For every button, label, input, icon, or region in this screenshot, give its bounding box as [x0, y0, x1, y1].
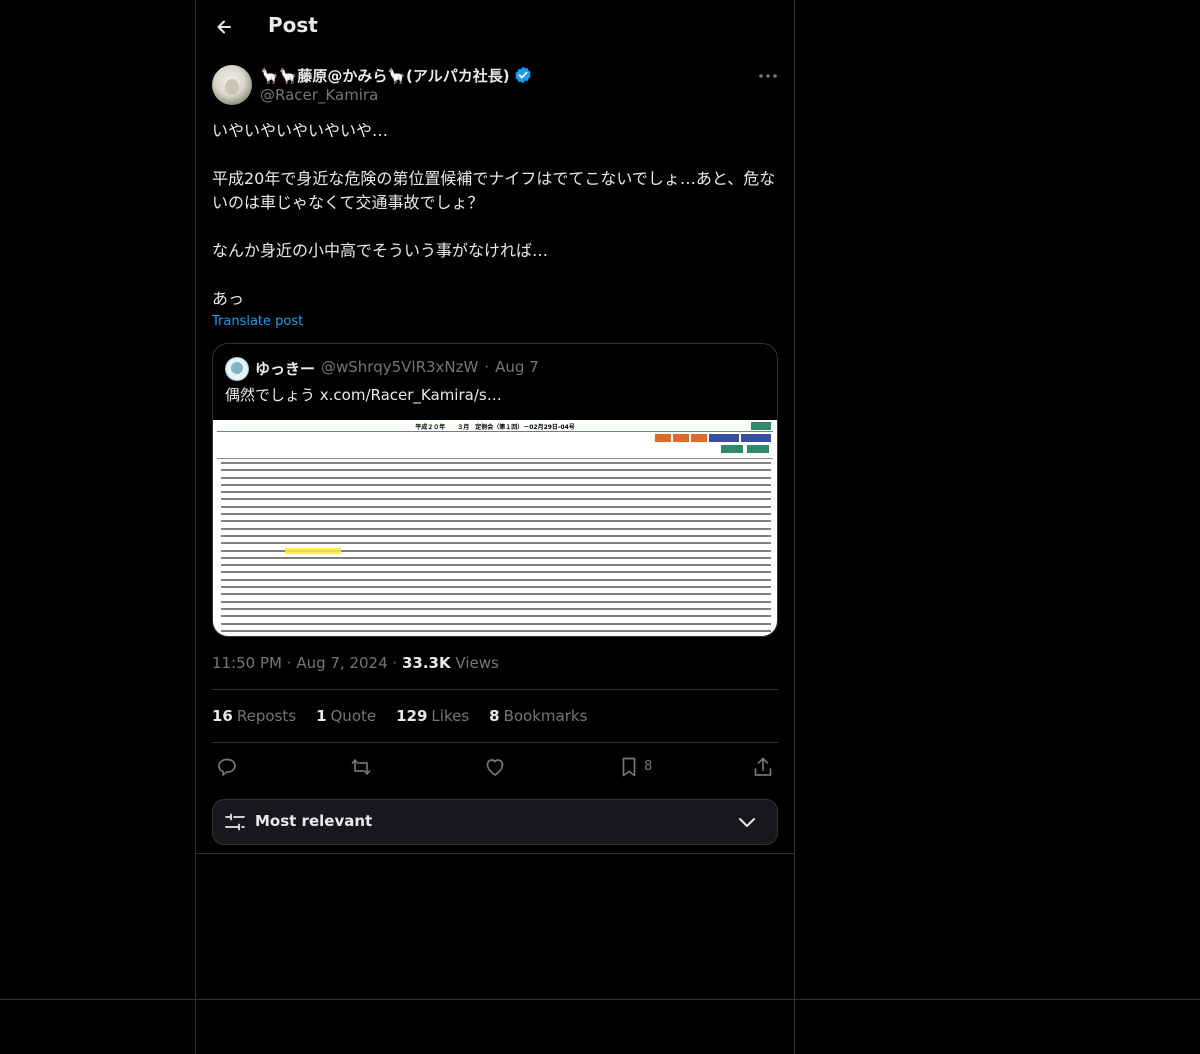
- quotes-label: Quote: [330, 707, 377, 725]
- document-hit-button: [721, 445, 743, 453]
- document-close-button: [751, 422, 771, 430]
- quoted-author-avatar: [225, 357, 249, 381]
- bookmark-button[interactable]: [617, 755, 641, 779]
- bookmarks-stat[interactable]: 8 Bookmarks: [489, 707, 587, 725]
- likes-label: Likes: [431, 707, 470, 725]
- views-label: Views: [455, 654, 499, 672]
- document-toolbar-button: [741, 434, 771, 442]
- bookmarks-count: 8: [489, 707, 500, 725]
- verified-badge-icon: [514, 66, 531, 84]
- bookmark-icon: [622, 757, 636, 777]
- page-title: Post: [268, 13, 318, 37]
- sort-label: Most relevant: [255, 812, 373, 830]
- back-button[interactable]: [210, 12, 240, 42]
- likes-stat[interactable]: 129 Likes: [396, 707, 469, 725]
- translate-post-link[interactable]: Translate post: [212, 314, 303, 329]
- document-toolbar-button: [691, 434, 707, 442]
- quoted-separator: ·: [484, 358, 490, 376]
- post-text: いやいやいやいやいや… 平成20年で身近な危険の第位置候補でナイフはでてこないで…: [212, 121, 776, 308]
- quoted-post-header: ゆっきー @wShrqy5VlR3xNzW · Aug 7: [255, 358, 539, 379]
- page-header: Post: [196, 0, 794, 54]
- repost-icon: [351, 759, 371, 775]
- chevron-down-icon: [739, 818, 755, 827]
- left-column-border: [195, 0, 196, 1054]
- document-highlight: [285, 548, 341, 554]
- repost-button[interactable]: [349, 755, 373, 779]
- views-count: 33.3K: [401, 654, 451, 672]
- bookmark-count: 8: [644, 759, 653, 774]
- stats-divider: [212, 742, 778, 743]
- heart-icon: [486, 759, 504, 776]
- quoted-author-handle: @wShrqy5VlR3xNzW: [321, 358, 479, 376]
- document-toolbar-button: [655, 434, 671, 442]
- sliders-icon: [225, 813, 245, 831]
- document-toolbar-button: [673, 434, 689, 442]
- share-icon: [754, 757, 772, 776]
- reply-sort-dropdown[interactable]: Most relevant: [212, 799, 778, 845]
- likes-count: 129: [396, 707, 428, 725]
- arrow-left-icon: [217, 20, 231, 34]
- meta-divider: [212, 689, 778, 690]
- share-button[interactable]: [751, 755, 775, 779]
- post-time[interactable]: 11:50 PM: [212, 654, 282, 672]
- reposts-label: Reposts: [236, 707, 297, 725]
- bookmarks-label: Bookmarks: [503, 707, 588, 725]
- quoted-author-name: ゆっきー: [255, 360, 316, 378]
- reply-button[interactable]: [215, 755, 239, 779]
- document-separator: [217, 458, 773, 459]
- quoted-post-text: 偶然でしょう x.com/Racer_Kamira/s…: [225, 386, 502, 404]
- right-column-border: [794, 0, 795, 1054]
- quoted-post-image[interactable]: 平成２０年 ３月 定例会（第１回）－02月29日-04号: [213, 420, 777, 636]
- reposts-stat[interactable]: 16 Reposts: [212, 707, 296, 725]
- author-avatar[interactable]: [212, 65, 252, 105]
- engagement-stats: 16 Reposts 1 Quote 129 Likes 8 Bookmarks: [212, 707, 607, 725]
- meta-separator: ·: [286, 654, 292, 672]
- post-bottom-divider: [196, 853, 794, 854]
- document-toolbar: [655, 434, 771, 442]
- document-hit-button: [747, 445, 769, 453]
- more-horizontal-icon: [759, 74, 777, 78]
- more-options-button[interactable]: [756, 64, 780, 88]
- quotes-count: 1: [316, 707, 327, 725]
- author-display-name[interactable]: 🦙🦙藤原@かみら🦙(アルパカ社長): [260, 65, 510, 86]
- reposts-count: 16: [212, 707, 233, 725]
- document-toolbar-button: [709, 434, 739, 442]
- bottom-divider: [0, 999, 1200, 1000]
- post-date[interactable]: Aug 7, 2024: [296, 654, 387, 672]
- quoted-date: Aug 7: [495, 358, 539, 376]
- meta-separator: ·: [392, 654, 398, 672]
- like-button[interactable]: [483, 755, 507, 779]
- post-meta: 11:50 PM · Aug 7, 2024 · 33.3K Views: [212, 654, 499, 672]
- document-title: 平成２０年 ３月 定例会（第１回）－02月29日-04号: [415, 424, 575, 431]
- author-handle[interactable]: @Racer_Kamira: [260, 86, 378, 104]
- author-name-row[interactable]: 🦙🦙藤原@かみら🦙(アルパカ社長): [260, 64, 532, 86]
- quotes-stat[interactable]: 1 Quote: [316, 707, 376, 725]
- document-title-bar: [217, 431, 773, 432]
- reply-icon: [218, 758, 236, 776]
- quoted-post[interactable]: ゆっきー @wShrqy5VlR3xNzW · Aug 7 偶然でしょう x.c…: [212, 343, 778, 637]
